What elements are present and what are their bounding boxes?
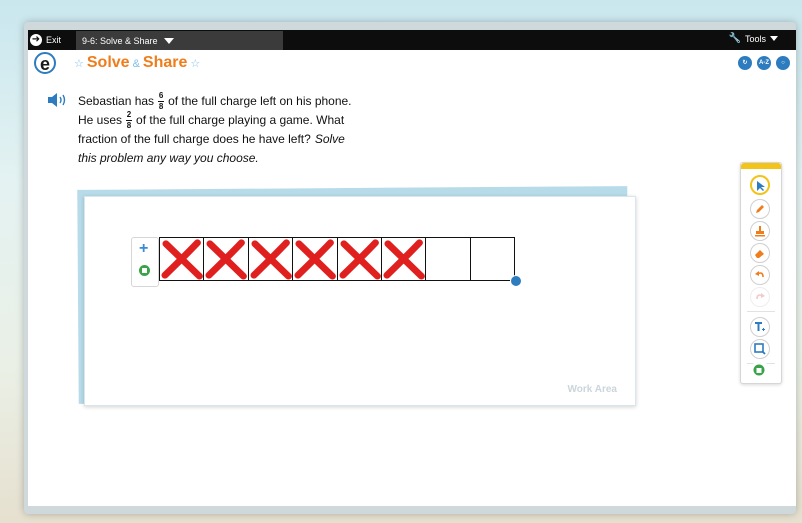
delete-bar-button[interactable] [139, 265, 150, 276]
pointer-tool-button[interactable] [750, 175, 770, 195]
fraction-bar-part[interactable] [293, 238, 338, 280]
tools-menu-button[interactable]: 🔧 Tools [729, 33, 778, 44]
chevron-down-icon [163, 37, 174, 44]
fraction-six-eighths: 68 [158, 91, 165, 111]
question-text-segment: of the full charge playing a game. What [136, 113, 345, 127]
undo-icon [755, 271, 764, 278]
exit-icon: ➜ [30, 34, 42, 46]
wrench-icon: 🔧 [728, 33, 741, 44]
glossary-button[interactable]: A-Z [757, 56, 771, 70]
star-icon: ☆ [74, 58, 84, 70]
palette-grip[interactable] [741, 163, 781, 169]
title-ampersand: & [132, 58, 140, 70]
speaker-icon[interactable] [48, 93, 70, 112]
header-buttons: ↻ A-Z ○ [738, 56, 790, 70]
add-part-button[interactable]: + [139, 241, 148, 257]
question-line-2: He uses 28 of the full charge playing a … [78, 111, 352, 130]
fraction-bar-part[interactable] [382, 238, 427, 280]
question-text-segment: fraction of the full charge does he have… [78, 132, 311, 146]
question-text-segment: Solve [314, 132, 345, 146]
eraser-icon [755, 250, 764, 258]
chevron-down-icon [770, 36, 778, 41]
title-solve: Solve [86, 54, 130, 71]
tools-label: Tools [744, 33, 766, 44]
audio-replay-button[interactable]: ↻ [738, 56, 752, 70]
resize-handle[interactable] [510, 275, 522, 287]
cross-mark [294, 239, 337, 280]
help-button[interactable]: ○ [776, 56, 790, 70]
pointer-icon [757, 181, 765, 191]
question-text-segment: He uses [78, 113, 123, 127]
pen-tool-button[interactable] [750, 199, 770, 219]
redo-button[interactable] [750, 287, 770, 307]
fraction-bar-part[interactable] [426, 238, 471, 280]
question-line-3: fraction of the full charge does he have… [78, 130, 352, 149]
pen-icon [756, 205, 764, 213]
work-area[interactable]: + Work Area [84, 196, 636, 406]
cross-mark [250, 239, 292, 280]
zoom-tool-button[interactable] [750, 339, 770, 359]
work-area-label: Work Area [567, 384, 617, 395]
zoom-icon [754, 343, 766, 355]
tool-palette [740, 162, 782, 384]
question-line-1: Sebastian has 68 of the full charge left… [78, 92, 352, 111]
cross-mark [161, 239, 203, 280]
question-line-4: this problem any way you choose. [78, 149, 352, 168]
cross-mark [383, 239, 425, 280]
text-icon [755, 322, 765, 331]
fraction-bar-part[interactable] [249, 238, 294, 280]
question-text-segment: of the full charge left on his phone. [168, 94, 352, 108]
fraction-two-eighths: 28 [126, 110, 133, 130]
question-text: Sebastian has 68 of the full charge left… [78, 92, 352, 168]
lesson-dropdown[interactable]: 9-6: Solve & Share [76, 31, 283, 50]
fraction-bar-part[interactable] [160, 238, 205, 280]
exit-label: Exit [46, 35, 62, 45]
title-share: Share [142, 54, 188, 71]
clear-all-button[interactable] [750, 361, 770, 381]
exit-button[interactable]: ➜ Exit [30, 32, 61, 48]
question-text-segment: this problem any way you choose. [78, 151, 259, 165]
bar-tools: + [131, 237, 159, 287]
palette-divider [747, 311, 775, 312]
stamp-tool-button[interactable] [750, 221, 770, 241]
fraction-bar-part[interactable] [471, 238, 514, 280]
cross-mark [205, 239, 248, 280]
question-text-segment: Sebastian has [78, 94, 155, 108]
redo-icon [756, 293, 765, 300]
cross-mark [338, 239, 381, 280]
app-window: ➜ Exit 9-6: Solve & Share 🔧 Tools e ☆ So… [28, 30, 796, 506]
star-icon: ☆ [190, 58, 201, 70]
page-title: ☆ Solve & Share ☆ [74, 54, 200, 72]
lesson-label: 9-6: Solve & Share [82, 35, 158, 46]
trash-icon [753, 364, 765, 376]
stamp-icon [755, 226, 765, 237]
eraser-tool-button[interactable] [750, 243, 770, 263]
fraction-bar-part[interactable] [338, 238, 382, 280]
fraction-bar[interactable] [159, 237, 515, 281]
text-tool-button[interactable] [750, 317, 770, 337]
undo-button[interactable] [750, 265, 770, 285]
top-bar: ➜ Exit 9-6: Solve & Share 🔧 Tools [28, 30, 796, 50]
envision-logo: e [34, 52, 56, 74]
fraction-bar-part[interactable] [204, 238, 249, 280]
